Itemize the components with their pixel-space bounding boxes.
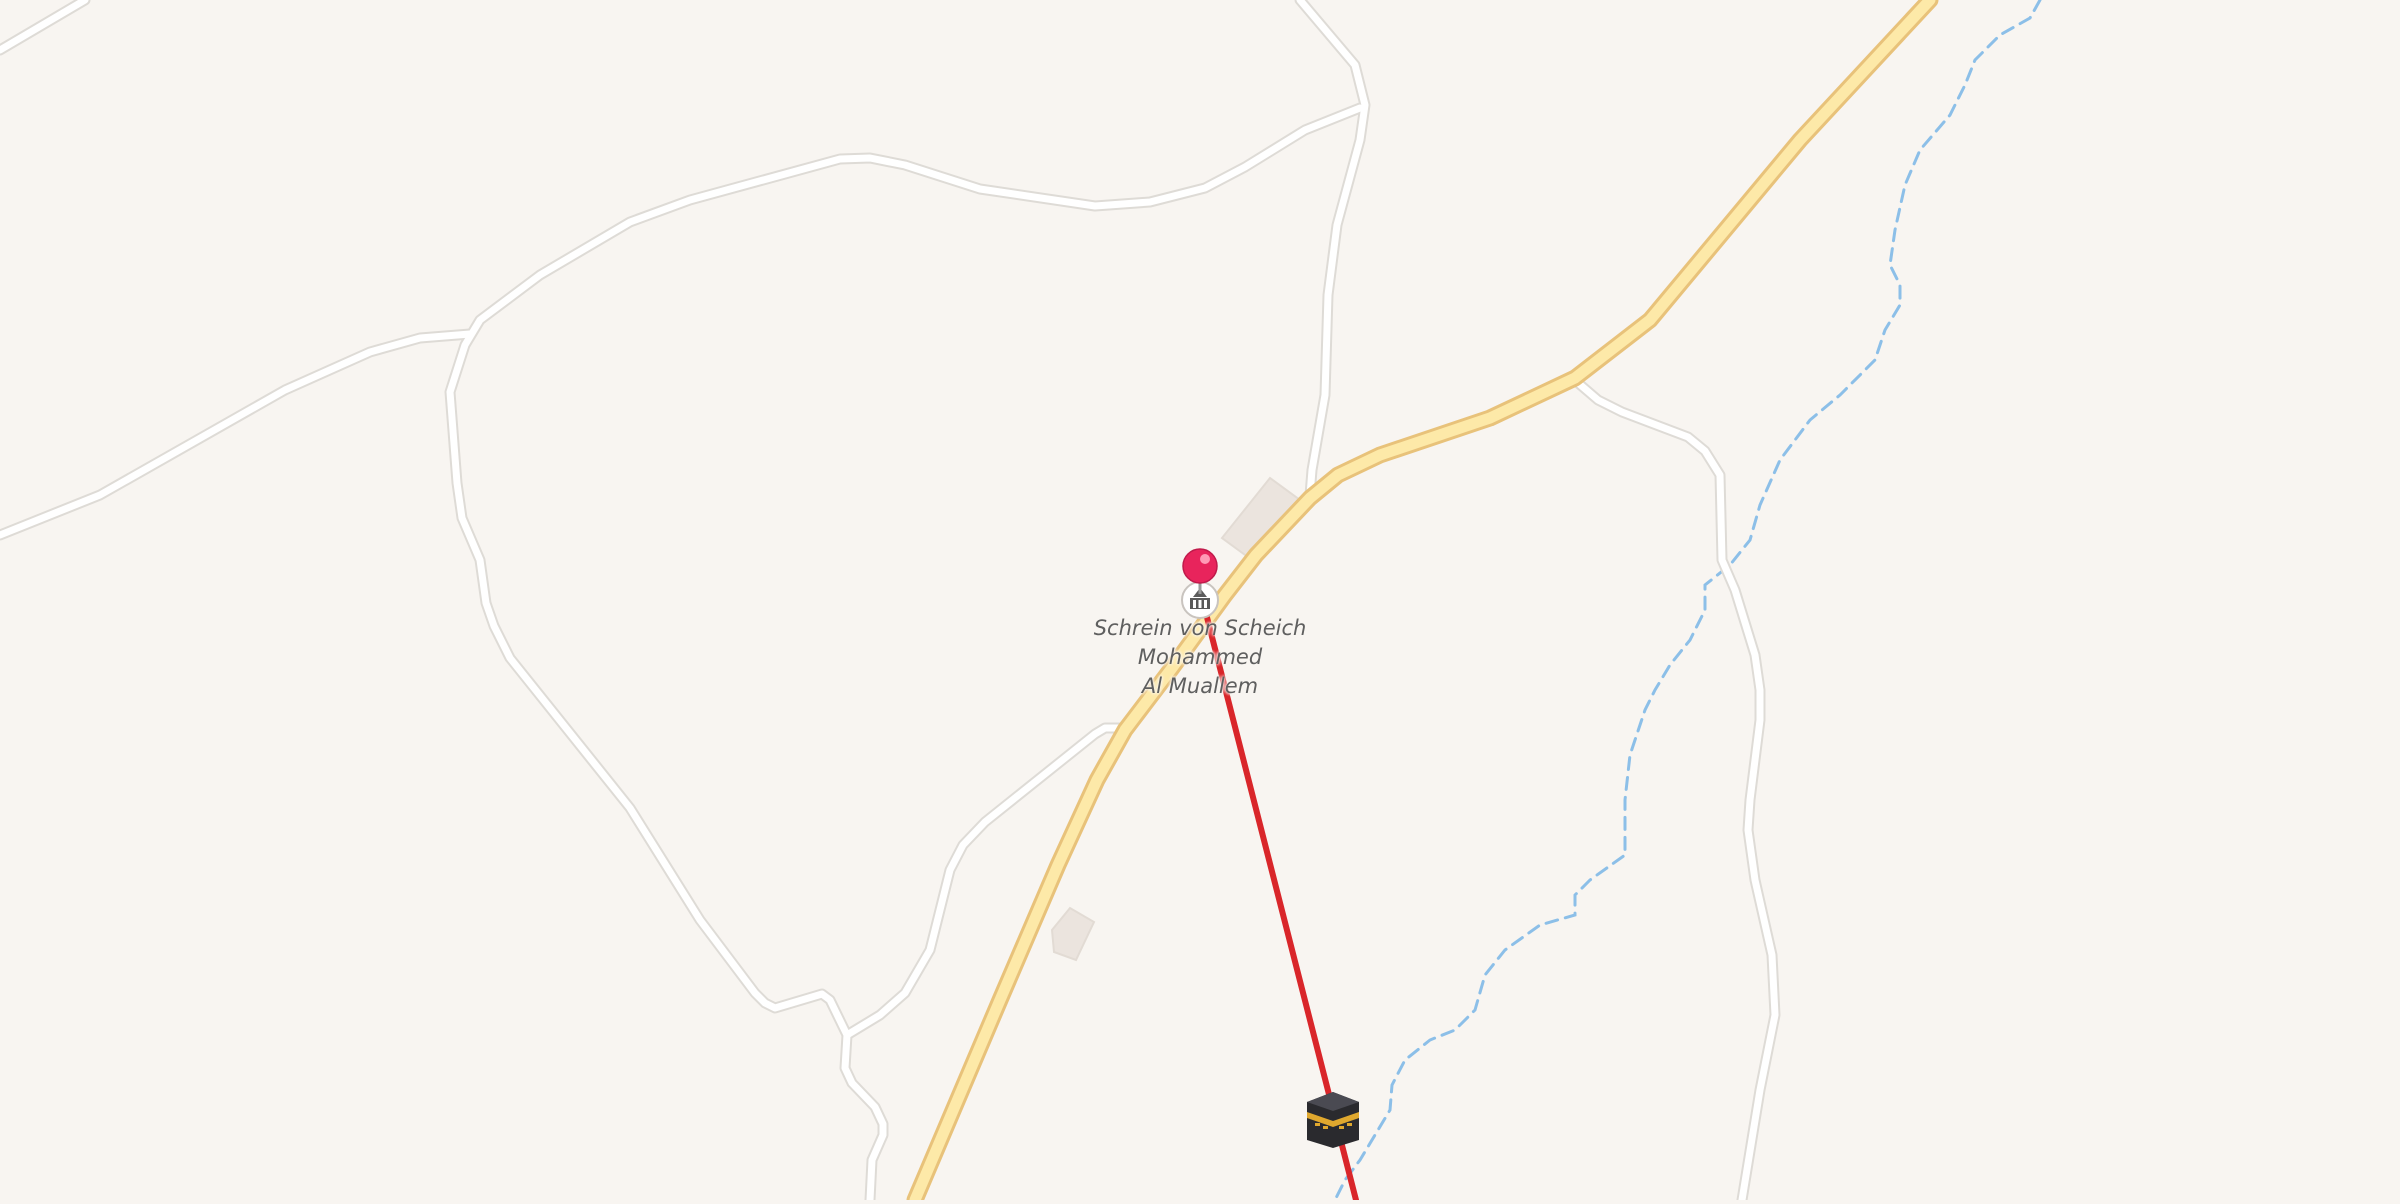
- kaaba-icon[interactable]: [1307, 1092, 1359, 1148]
- poi-label[interactable]: Schrein von Scheich Mohammed Al Muallem: [1080, 614, 1320, 701]
- poi-label-line-1: Schrein von Scheich: [1093, 616, 1307, 640]
- map-layer: [0, 0, 2400, 1204]
- poi-label-line-2: Mohammed: [1137, 645, 1263, 669]
- poi-label-line-3: Al Muallem: [1141, 674, 1259, 698]
- map-canvas[interactable]: Schrein von Scheich Mohammed Al Muallem: [0, 0, 2400, 1204]
